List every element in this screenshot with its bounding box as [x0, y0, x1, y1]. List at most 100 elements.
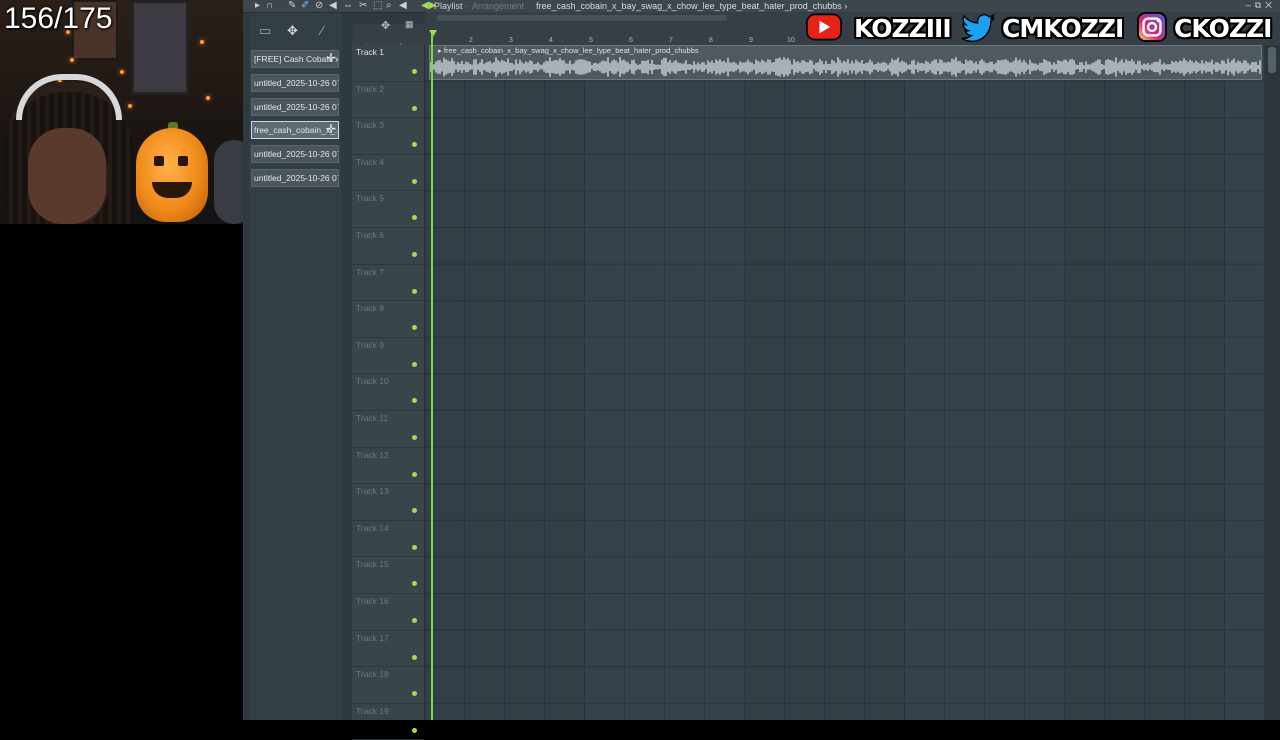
- track-header[interactable]: Track 12: [352, 448, 424, 485]
- track-header[interactable]: Track 5: [352, 191, 424, 228]
- pattern-item[interactable]: untitled_2025-10-26 07-...: [251, 169, 339, 187]
- streamer-face: [28, 128, 106, 224]
- pumpkin-eye: [154, 156, 164, 166]
- track-header[interactable]: Track 7: [352, 265, 424, 302]
- track-label: Track 3: [356, 120, 385, 131]
- track-header[interactable]: Track 18: [352, 667, 424, 704]
- scroll-thumb[interactable]: [1268, 47, 1276, 73]
- playhead[interactable]: [431, 33, 433, 720]
- move-icon[interactable]: ✥: [287, 23, 298, 39]
- track-header[interactable]: Track 13: [352, 484, 424, 521]
- mute-icon[interactable]: ◀: [329, 0, 337, 12]
- picker-tools: ▭ ✥ ⁄: [249, 13, 341, 43]
- track-enable-icon[interactable]: [412, 654, 417, 660]
- pencil-icon[interactable]: ✎: [288, 0, 296, 12]
- track-header[interactable]: Track 2: [352, 82, 424, 119]
- track-label: Track 5: [356, 193, 385, 204]
- string-light: [200, 40, 204, 44]
- track-header[interactable]: Track 4: [352, 155, 424, 192]
- bar-number: 9: [749, 37, 753, 44]
- bar-number: 6: [629, 37, 633, 44]
- string-light: [206, 96, 210, 100]
- string-light: [128, 104, 132, 108]
- string-light: [120, 70, 124, 74]
- track-header[interactable]: Track 16: [352, 594, 424, 631]
- track-label: Track 8: [356, 303, 385, 314]
- delete-icon[interactable]: ⊘: [315, 0, 323, 12]
- track-enable-icon[interactable]: [412, 618, 417, 623]
- track-enable-icon[interactable]: [412, 471, 417, 477]
- magnet-icon[interactable]: ∩: [266, 0, 273, 12]
- track-enable-icon[interactable]: [412, 398, 417, 404]
- track-enable-icon[interactable]: [412, 435, 417, 440]
- track-label: Track 4: [356, 156, 385, 167]
- track-enable-icon[interactable]: [412, 691, 417, 697]
- track-enable-icon[interactable]: [412, 178, 417, 184]
- waveform: [430, 57, 1261, 77]
- track-header[interactable]: Track 10: [352, 374, 424, 411]
- zoom-icon[interactable]: ⌕: [386, 0, 392, 12]
- add-icon[interactable]: ✛: [326, 51, 336, 66]
- track-label: Track 17: [356, 632, 389, 643]
- fl-studio-window: ▸ ∩ ✎ ✐ ⊘ ◀ ⇔ ✂ ⬚ ⌕ ◀ ◀▶ Playlist - Arra…: [243, 0, 1280, 740]
- track-enable-icon[interactable]: [412, 325, 417, 331]
- track-enable-icon[interactable]: [412, 252, 417, 257]
- track-enable-icon[interactable]: [412, 508, 417, 514]
- track-header[interactable]: Track 15: [352, 557, 424, 594]
- track-header[interactable]: Track 11: [352, 411, 424, 448]
- horizontal-scrollbar[interactable]: [437, 15, 727, 21]
- track-header[interactable]: Track 8: [352, 301, 424, 338]
- playlist-grid[interactable]: [425, 45, 1265, 720]
- track-header[interactable]: Track 1: [352, 45, 424, 82]
- current-pattern-name: free_cash_cobain_x_bay_swag_x_chow_lee_t…: [536, 1, 842, 11]
- pattern-item[interactable]: [FREE] Cash Cobain x... ✛: [251, 50, 339, 68]
- pattern-item[interactable]: untitled_2025-10-26 07-...: [251, 74, 339, 92]
- bar-number: 2: [469, 37, 473, 44]
- grid-icon[interactable]: ▦: [405, 19, 414, 30]
- add-icon[interactable]: ✛: [326, 122, 336, 137]
- audio-clip[interactable]: ▸ free_cash_cobain_x_bay_swag_x_chow_lee…: [429, 45, 1262, 80]
- track-header[interactable]: Track 9: [352, 338, 424, 375]
- pattern-item-selected[interactable]: free_cash_cobain_x_... ✛: [251, 121, 339, 139]
- edit-icon[interactable]: ⁄: [321, 23, 323, 38]
- track-enable-icon[interactable]: [412, 361, 417, 367]
- track-header[interactable]: Track 6: [352, 228, 424, 265]
- menu-arrow-icon[interactable]: ▸: [255, 0, 260, 12]
- pattern-item[interactable]: untitled_2025-10-26 07-...: [251, 145, 339, 163]
- headphones: [16, 74, 122, 120]
- slice-icon[interactable]: ✂: [359, 0, 367, 12]
- twitter-icon: [961, 13, 995, 42]
- track-label: Track 15: [356, 559, 389, 570]
- current-pattern[interactable]: free_cash_cobain_x_bay_swag_x_chow_lee_t…: [536, 0, 847, 12]
- vertical-scrollbar[interactable]: [1265, 45, 1280, 720]
- track-label: Track 13: [356, 486, 389, 497]
- paint-icon[interactable]: ✐: [301, 0, 309, 12]
- track-label: Track 11: [356, 413, 389, 423]
- track-header[interactable]: Track 14: [352, 521, 424, 558]
- track-enable-icon[interactable]: [412, 69, 417, 74]
- track-enable-icon[interactable]: [412, 727, 417, 733]
- wall-poster: [131, 0, 189, 95]
- picker-view-icon[interactable]: ▭: [259, 23, 271, 39]
- arrangement-label[interactable]: Arrangement: [472, 0, 524, 12]
- youtube-handle: KOZZIII: [854, 14, 952, 43]
- track-header[interactable]: Track 17: [352, 631, 424, 668]
- pattern-item[interactable]: untitled_2025-10-26 07-...: [251, 98, 339, 116]
- track-header[interactable]: Track 3: [352, 118, 424, 155]
- track-enable-icon[interactable]: [412, 581, 417, 587]
- track-enable-icon[interactable]: [412, 105, 417, 111]
- select-icon[interactable]: ⬚: [373, 0, 382, 12]
- track-header[interactable]: Track 19: [352, 704, 424, 740]
- move-icon[interactable]: ✥: [381, 19, 390, 32]
- track-enable-icon[interactable]: [412, 544, 417, 550]
- slip-icon[interactable]: ⇔: [343, 0, 353, 12]
- track-enable-icon[interactable]: [412, 142, 417, 148]
- playback-icon[interactable]: ◀: [399, 0, 407, 12]
- track-enable-icon[interactable]: [412, 215, 417, 221]
- string-light: [70, 58, 74, 62]
- track-enable-icon[interactable]: [412, 288, 417, 294]
- waveform-path: [430, 57, 1261, 77]
- bar-number: 5: [589, 37, 593, 44]
- twitter-handle: CMKOZZI: [1002, 14, 1124, 43]
- track-label: Track 2: [356, 83, 385, 94]
